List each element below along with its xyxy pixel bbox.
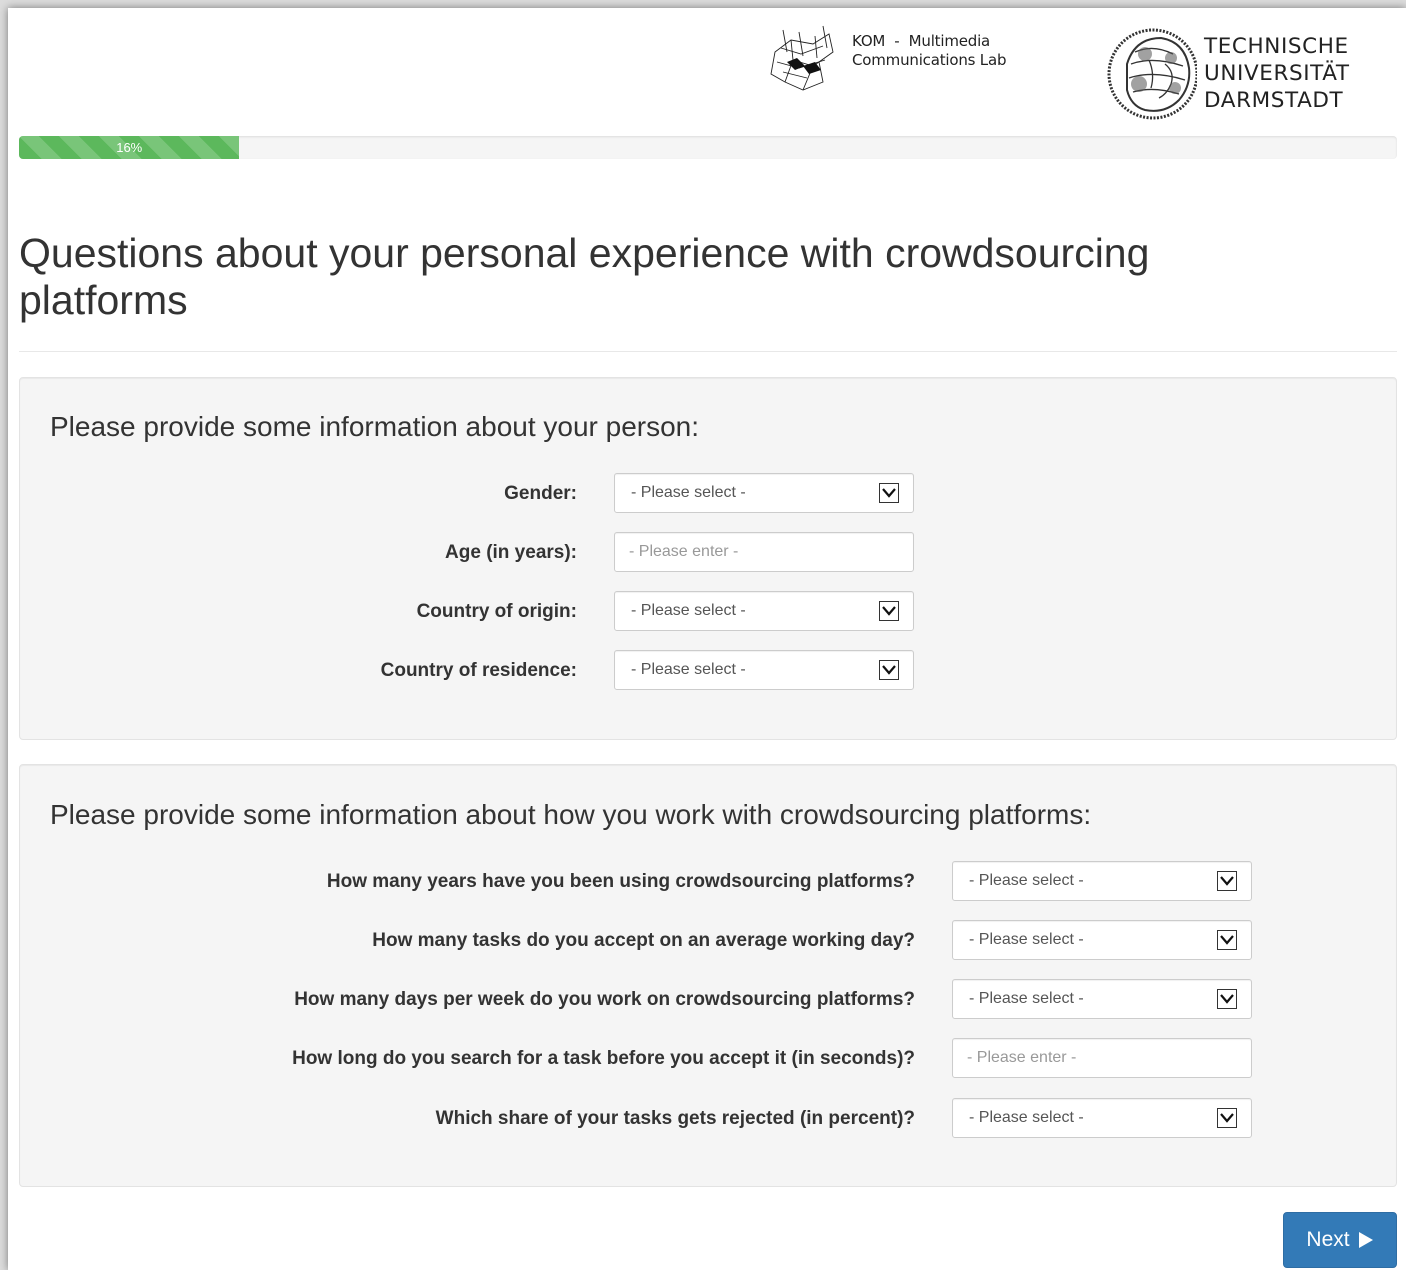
person-info-panel: Please provide some information about yo…: [19, 377, 1397, 740]
tu-line2: UNIVERSITÄT: [1204, 61, 1350, 86]
country-origin-select-value: - Please select -: [631, 602, 746, 619]
gender-select-value: - Please select -: [631, 484, 746, 501]
search-time-input-box[interactable]: [952, 1038, 1252, 1078]
tasks-per-day-select-value: - Please select -: [969, 931, 1084, 948]
rejected-share-select-value: - Please select -: [969, 1109, 1084, 1126]
tu-line3: DARMSTADT: [1204, 88, 1344, 113]
progress-fill: 16%: [19, 136, 240, 159]
form-row-gender: Gender: - Please select -: [20, 473, 1396, 515]
tu-darmstadt-name: TECHNISCHE UNIVERSITÄT DARMSTADT: [1204, 33, 1350, 114]
kom-line2: Communications Lab: [852, 51, 1007, 69]
chevron-down-icon[interactable]: [1217, 1108, 1237, 1128]
progress-label: 16%: [116, 140, 143, 155]
days-per-week-select-value: - Please select -: [969, 990, 1084, 1007]
kom-line1: KOM - Multimedia: [852, 32, 991, 50]
chevron-down-icon[interactable]: [879, 660, 899, 680]
form-row-country-origin: Country of origin: - Please select -: [20, 591, 1396, 633]
tu-line1: TECHNISCHE: [1204, 34, 1349, 59]
search-time-input[interactable]: [953, 1039, 1251, 1077]
progress-bar: 16%: [19, 136, 1397, 159]
form-row-age: Age (in years):: [20, 532, 1396, 574]
chevron-down-icon[interactable]: [879, 601, 899, 621]
years-select[interactable]: - Please select -: [952, 861, 1252, 901]
crowdsourcing-work-heading: Please provide some information about ho…: [50, 799, 1092, 830]
chevron-down-icon[interactable]: [1217, 989, 1237, 1009]
country-residence-label: Country of residence:: [380, 660, 577, 681]
country-residence-select[interactable]: - Please select -: [614, 650, 914, 690]
athena-head-logo-icon: [1107, 28, 1197, 120]
chevron-down-icon[interactable]: [1217, 871, 1237, 891]
country-origin-select[interactable]: - Please select -: [614, 591, 914, 631]
days-per-week-label: How many days per week do you work on cr…: [294, 989, 915, 1010]
divider: [19, 351, 1397, 352]
page-title: Questions about your personal experience…: [19, 230, 1150, 323]
kom-logo-icon: [770, 25, 834, 91]
kom-lab-name: KOM - Multimedia Communications Lab: [852, 32, 1006, 70]
age-input[interactable]: [615, 533, 913, 571]
person-info-heading: Please provide some information about yo…: [50, 411, 700, 442]
form-row-years: How many years have you been using crowd…: [20, 861, 1396, 903]
days-per-week-select[interactable]: - Please select -: [952, 979, 1252, 1019]
rejected-share-label: Which share of your tasks gets rejected …: [435, 1108, 915, 1129]
rejected-share-select[interactable]: - Please select -: [952, 1098, 1252, 1138]
country-origin-label: Country of origin:: [416, 601, 577, 622]
form-row-search-time: How long do you search for a task before…: [20, 1038, 1396, 1080]
gender-select[interactable]: - Please select -: [614, 473, 914, 513]
country-residence-select-value: - Please select -: [631, 661, 746, 678]
play-triangle-icon: [1358, 1232, 1373, 1248]
age-input-box[interactable]: [614, 532, 914, 572]
age-label: Age (in years):: [445, 542, 577, 563]
chevron-down-icon[interactable]: [1217, 930, 1237, 950]
next-button-label: Next: [1306, 1228, 1350, 1251]
chevron-down-icon[interactable]: [879, 483, 899, 503]
years-select-value: - Please select -: [969, 872, 1084, 889]
form-row-rejected-share: Which share of your tasks gets rejected …: [20, 1098, 1396, 1140]
form-row-country-residence: Country of residence: - Please select -: [20, 650, 1396, 692]
next-button[interactable]: Next: [1283, 1212, 1397, 1268]
gender-label: Gender:: [504, 483, 577, 504]
tasks-per-day-select[interactable]: - Please select -: [952, 920, 1252, 960]
page-frame: KOM - Multimedia Communications Lab TECH…: [8, 8, 1406, 1270]
tasks-per-day-label: How many tasks do you accept on an avera…: [372, 930, 915, 951]
form-row-days-per-week: How many days per week do you work on cr…: [20, 979, 1396, 1021]
years-label: How many years have you been using crowd…: [326, 871, 915, 892]
crowdsourcing-work-panel: Please provide some information about ho…: [19, 764, 1397, 1187]
search-time-label: How long do you search for a task before…: [292, 1048, 915, 1069]
form-row-tasks-per-day: How many tasks do you accept on an avera…: [20, 920, 1396, 962]
